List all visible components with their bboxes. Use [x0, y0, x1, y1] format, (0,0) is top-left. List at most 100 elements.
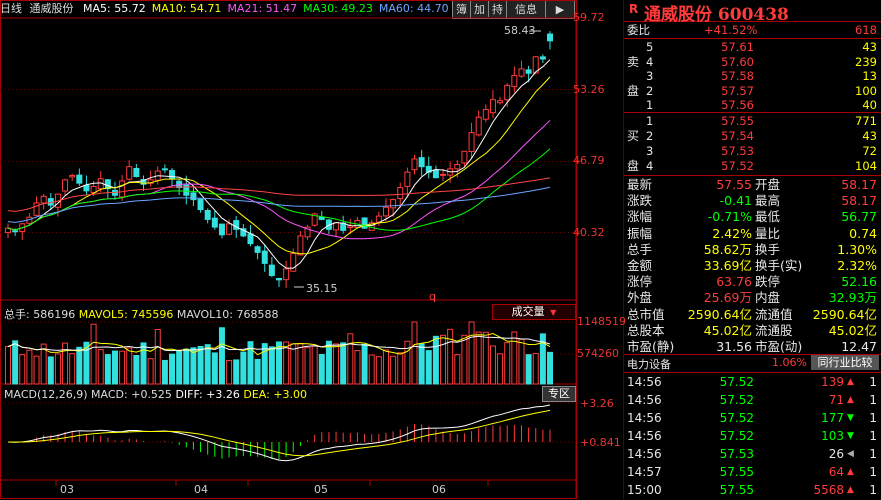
- arrow-up-icon: ▲: [847, 377, 854, 387]
- ma60-line: [7, 186, 551, 223]
- volume-bar: [226, 359, 233, 385]
- volume-indicator-label: 成交量: [511, 305, 545, 318]
- tick-volume: 103: [821, 429, 844, 443]
- ask-row[interactable]: 5 57.61 43: [624, 40, 881, 55]
- bid-row[interactable]: 4 57.52 104: [624, 159, 881, 174]
- stat-key: 换手: [755, 241, 781, 257]
- volume-bar: [411, 321, 418, 385]
- volume-bar: [76, 346, 83, 385]
- stat-value: 58.62万: [703, 241, 752, 257]
- volume-bar: [126, 347, 133, 385]
- volume-bar: [432, 335, 439, 385]
- weibi-pct: +41.52%: [704, 23, 758, 37]
- volume-bar: [489, 345, 496, 385]
- quote-title: 通威股份 600438: [644, 5, 789, 25]
- tick-row[interactable]: 14:56 57.52 139 ▲ 1: [624, 374, 881, 391]
- volume-bar: [382, 349, 389, 385]
- industry-bar: 电力设备 1.06% 同行业比较: [624, 354, 881, 373]
- stat-value: 12.47: [841, 339, 877, 354]
- stat-key: 流通股: [755, 322, 793, 338]
- candle-body: [504, 84, 511, 101]
- stat-row: 总手 58.62万 换手 1.30%: [624, 242, 881, 257]
- tick-row[interactable]: 14:57 57.55 64 ▲ 1: [624, 464, 881, 481]
- tick-volume: 64: [828, 465, 844, 479]
- volume-legend: 总手: 586196 MAVOL5: 745596 MAVOL10: 76858…: [4, 306, 278, 322]
- macd-value: MACD: +0.525: [91, 388, 172, 401]
- tick-row[interactable]: 15:00 57.55 5568 ▲ 1: [624, 482, 881, 499]
- ask-row[interactable]: 3 57.58 13: [624, 69, 881, 84]
- macd-axis-2: +0.841: [580, 436, 621, 449]
- tick-price: 57.53: [719, 447, 754, 461]
- stat-key: 换手(实): [755, 258, 803, 273]
- stat-key: 最新: [627, 177, 653, 192]
- industry-name: 电力设备: [627, 358, 671, 371]
- stat-row: 涨幅 -0.71% 最低 56.77: [624, 209, 881, 224]
- volume-axis-1: 1148519: [577, 315, 626, 328]
- stat-row: 涨跌 -0.41 最高 58.17: [624, 193, 881, 208]
- stat-row: 总股本 45.02亿 流通股 45.02亿: [624, 323, 881, 338]
- stat-key: 涨停: [627, 274, 653, 290]
- candle-body: [12, 230, 19, 233]
- candle-body: [432, 169, 439, 179]
- stat-key: 最高: [755, 193, 781, 209]
- bid-row[interactable]: 1 57.55 771: [624, 114, 881, 129]
- tick-row[interactable]: 14:56 57.52 177 ▼ 1: [624, 410, 881, 427]
- stat-row: 振幅 2.42% 量比 0.74: [624, 226, 881, 241]
- tick-row[interactable]: 14:56 57.53 26 ◀ 1: [624, 446, 881, 463]
- bid-row[interactable]: 3 57.53 72: [624, 144, 881, 159]
- bid-row[interactable]: 2 57.54 43: [624, 129, 881, 144]
- volume-bar: [440, 334, 447, 385]
- volume-bar: [268, 346, 275, 385]
- ask-level: 5: [646, 40, 654, 54]
- ask-row[interactable]: 1 57.56 40: [624, 98, 881, 113]
- stat-key: 涨幅: [627, 209, 653, 225]
- stat-key: 最低: [755, 209, 781, 225]
- ask-row[interactable]: 4 57.60 239: [624, 55, 881, 70]
- tick-row[interactable]: 14:56 57.52 71 ▲ 1: [624, 392, 881, 409]
- ask-volume: 40: [862, 98, 877, 112]
- quote-panel: R 通威股份 600438 委比 +41.52% 618 5 57.61 43 4 57…: [624, 0, 881, 500]
- stat-value: 2.42%: [712, 225, 752, 241]
- volume-bar: [518, 338, 525, 385]
- tick-flag: 1: [869, 447, 877, 461]
- stat-value: 45.02亿: [828, 322, 877, 338]
- ask-row[interactable]: 2 57.57 100: [624, 84, 881, 99]
- stat-value: 0.74: [849, 225, 877, 241]
- stat-key: 流通值: [755, 306, 793, 322]
- candle-body: [268, 264, 275, 276]
- volume-bar: [133, 355, 140, 385]
- volume-bar: [390, 355, 397, 385]
- volume-bar: [90, 323, 97, 385]
- stat-value: 57.55: [716, 177, 752, 192]
- volume-axis-2: 574260: [577, 347, 619, 360]
- zone-button[interactable]: 专区: [542, 386, 576, 402]
- bid-price: 57.55: [721, 114, 754, 128]
- bid-level: 1: [646, 114, 654, 128]
- volume-bar: [261, 343, 268, 385]
- kline-chart[interactable]: [0, 0, 624, 500]
- candle-body: [347, 225, 354, 229]
- x-tick-03: 03: [60, 483, 74, 496]
- tick-volume: 5568: [813, 483, 844, 497]
- ask-price: 57.57: [721, 83, 754, 98]
- candle-body: [482, 109, 489, 120]
- bid-volume: 104: [855, 159, 877, 173]
- volume-bar: [468, 321, 475, 385]
- volume-bar: [240, 351, 247, 385]
- volume-bar: [325, 340, 332, 385]
- tick-flag: 1: [869, 393, 877, 407]
- candle-body: [318, 216, 325, 220]
- compare-label: 同行业比较: [817, 356, 873, 369]
- volume-bar: [425, 350, 432, 385]
- tick-row[interactable]: 14:56 57.52 103 ▼ 1: [624, 428, 881, 445]
- weibi-val: 618: [855, 23, 877, 37]
- candle-body: [361, 217, 368, 229]
- industry-compare-button[interactable]: 同行业比较: [811, 355, 879, 370]
- ask-volume: 43: [862, 40, 877, 54]
- tick-volume: 26: [828, 447, 844, 461]
- volume-bar: [497, 353, 504, 385]
- dea-value: DEA: +3.00: [243, 388, 308, 401]
- volume-indicator-button[interactable]: 成交量 ▼: [492, 304, 576, 320]
- tick-volume: 71: [828, 393, 844, 407]
- low-price-label: 35.15: [306, 282, 338, 295]
